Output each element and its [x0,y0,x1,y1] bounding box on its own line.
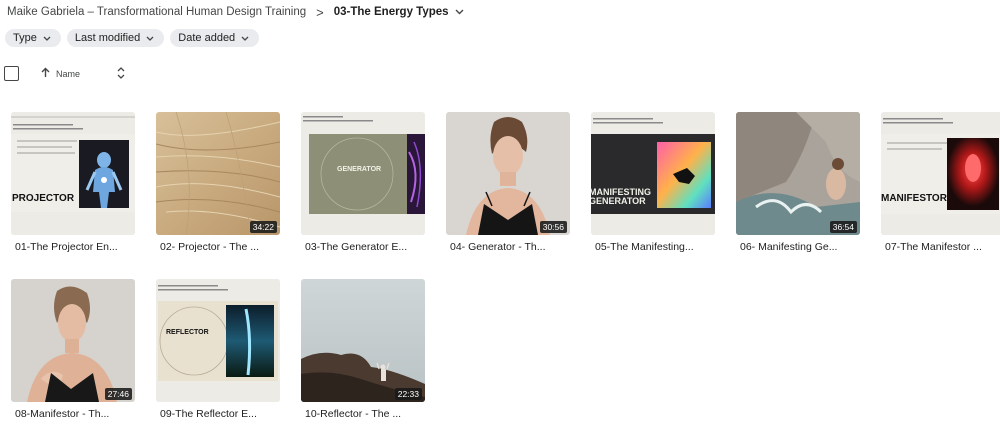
slide-heading: MANIFESTING GENERATOR [591,187,651,206]
video-title: 03-The Generator E... [305,241,408,253]
video-thumbnail: MANIFESTOR [881,112,1000,235]
video-title: 08-Manifestor - Th... [15,408,110,420]
video-title: 09-The Reflector E... [160,408,257,420]
video-thumbnail: PROJECTOR [11,112,135,235]
video-tile[interactable]: 22:33 10-Reflector - The ... [301,279,425,423]
video-title: 04- Generator - Th... [450,241,546,253]
video-duration: 34:22 [249,221,277,233]
video-duration: 36:54 [829,221,857,233]
video-tile[interactable]: MANIFESTOR 07-The Manifestor ... [881,112,1000,256]
video-tile[interactable]: MANIFESTING GENERATOR 05-The Manifesting… [591,112,715,256]
video-thumbnail: 22:33 [301,279,425,402]
video-thumbnail: MANIFESTING GENERATOR [591,112,715,235]
video-tile[interactable]: 30:56 04- Generator - Th... [446,112,570,256]
video-thumbnail: REFLECTOR [156,279,280,402]
video-thumbnail: 30:56 [446,112,570,235]
video-thumbnail: 34:22 [156,112,280,235]
video-title: 07-The Manifestor ... [885,241,982,253]
video-thumbnail: 36:54 [736,112,860,235]
video-title: 02- Projector - The ... [160,241,260,253]
video-tile[interactable]: GENERATOR 03-The Generator E... [301,112,425,256]
video-tile[interactable]: 27:46 08-Manifestor - Th... [11,279,135,423]
video-grid: PROJECTOR 01-The Projector En... 34:22 0… [0,0,1000,427]
video-thumbnail: GENERATOR [301,112,425,235]
slide-heading: PROJECTOR [12,193,75,204]
video-duration: 27:46 [104,388,132,400]
video-tile[interactable]: PROJECTOR 01-The Projector En... [11,112,135,256]
slide-heading: MANIFESTOR [881,193,947,204]
video-title: 10-Reflector - The ... [305,408,402,420]
slide-heading: REFLECTOR [166,329,209,336]
video-tile[interactable]: 34:22 02- Projector - The ... [156,112,280,256]
video-title: 06- Manifesting Ge... [740,241,838,253]
video-duration: 30:56 [539,221,567,233]
slide-heading: GENERATOR [337,166,382,173]
video-thumbnail: 27:46 [11,279,135,402]
video-title: 01-The Projector En... [15,241,118,253]
video-duration: 22:33 [394,388,422,400]
video-tile[interactable]: 36:54 06- Manifesting Ge... [736,112,860,256]
video-title: 05-The Manifesting... [595,241,694,253]
video-tile[interactable]: REFLECTOR 09-The Reflector E... [156,279,280,423]
